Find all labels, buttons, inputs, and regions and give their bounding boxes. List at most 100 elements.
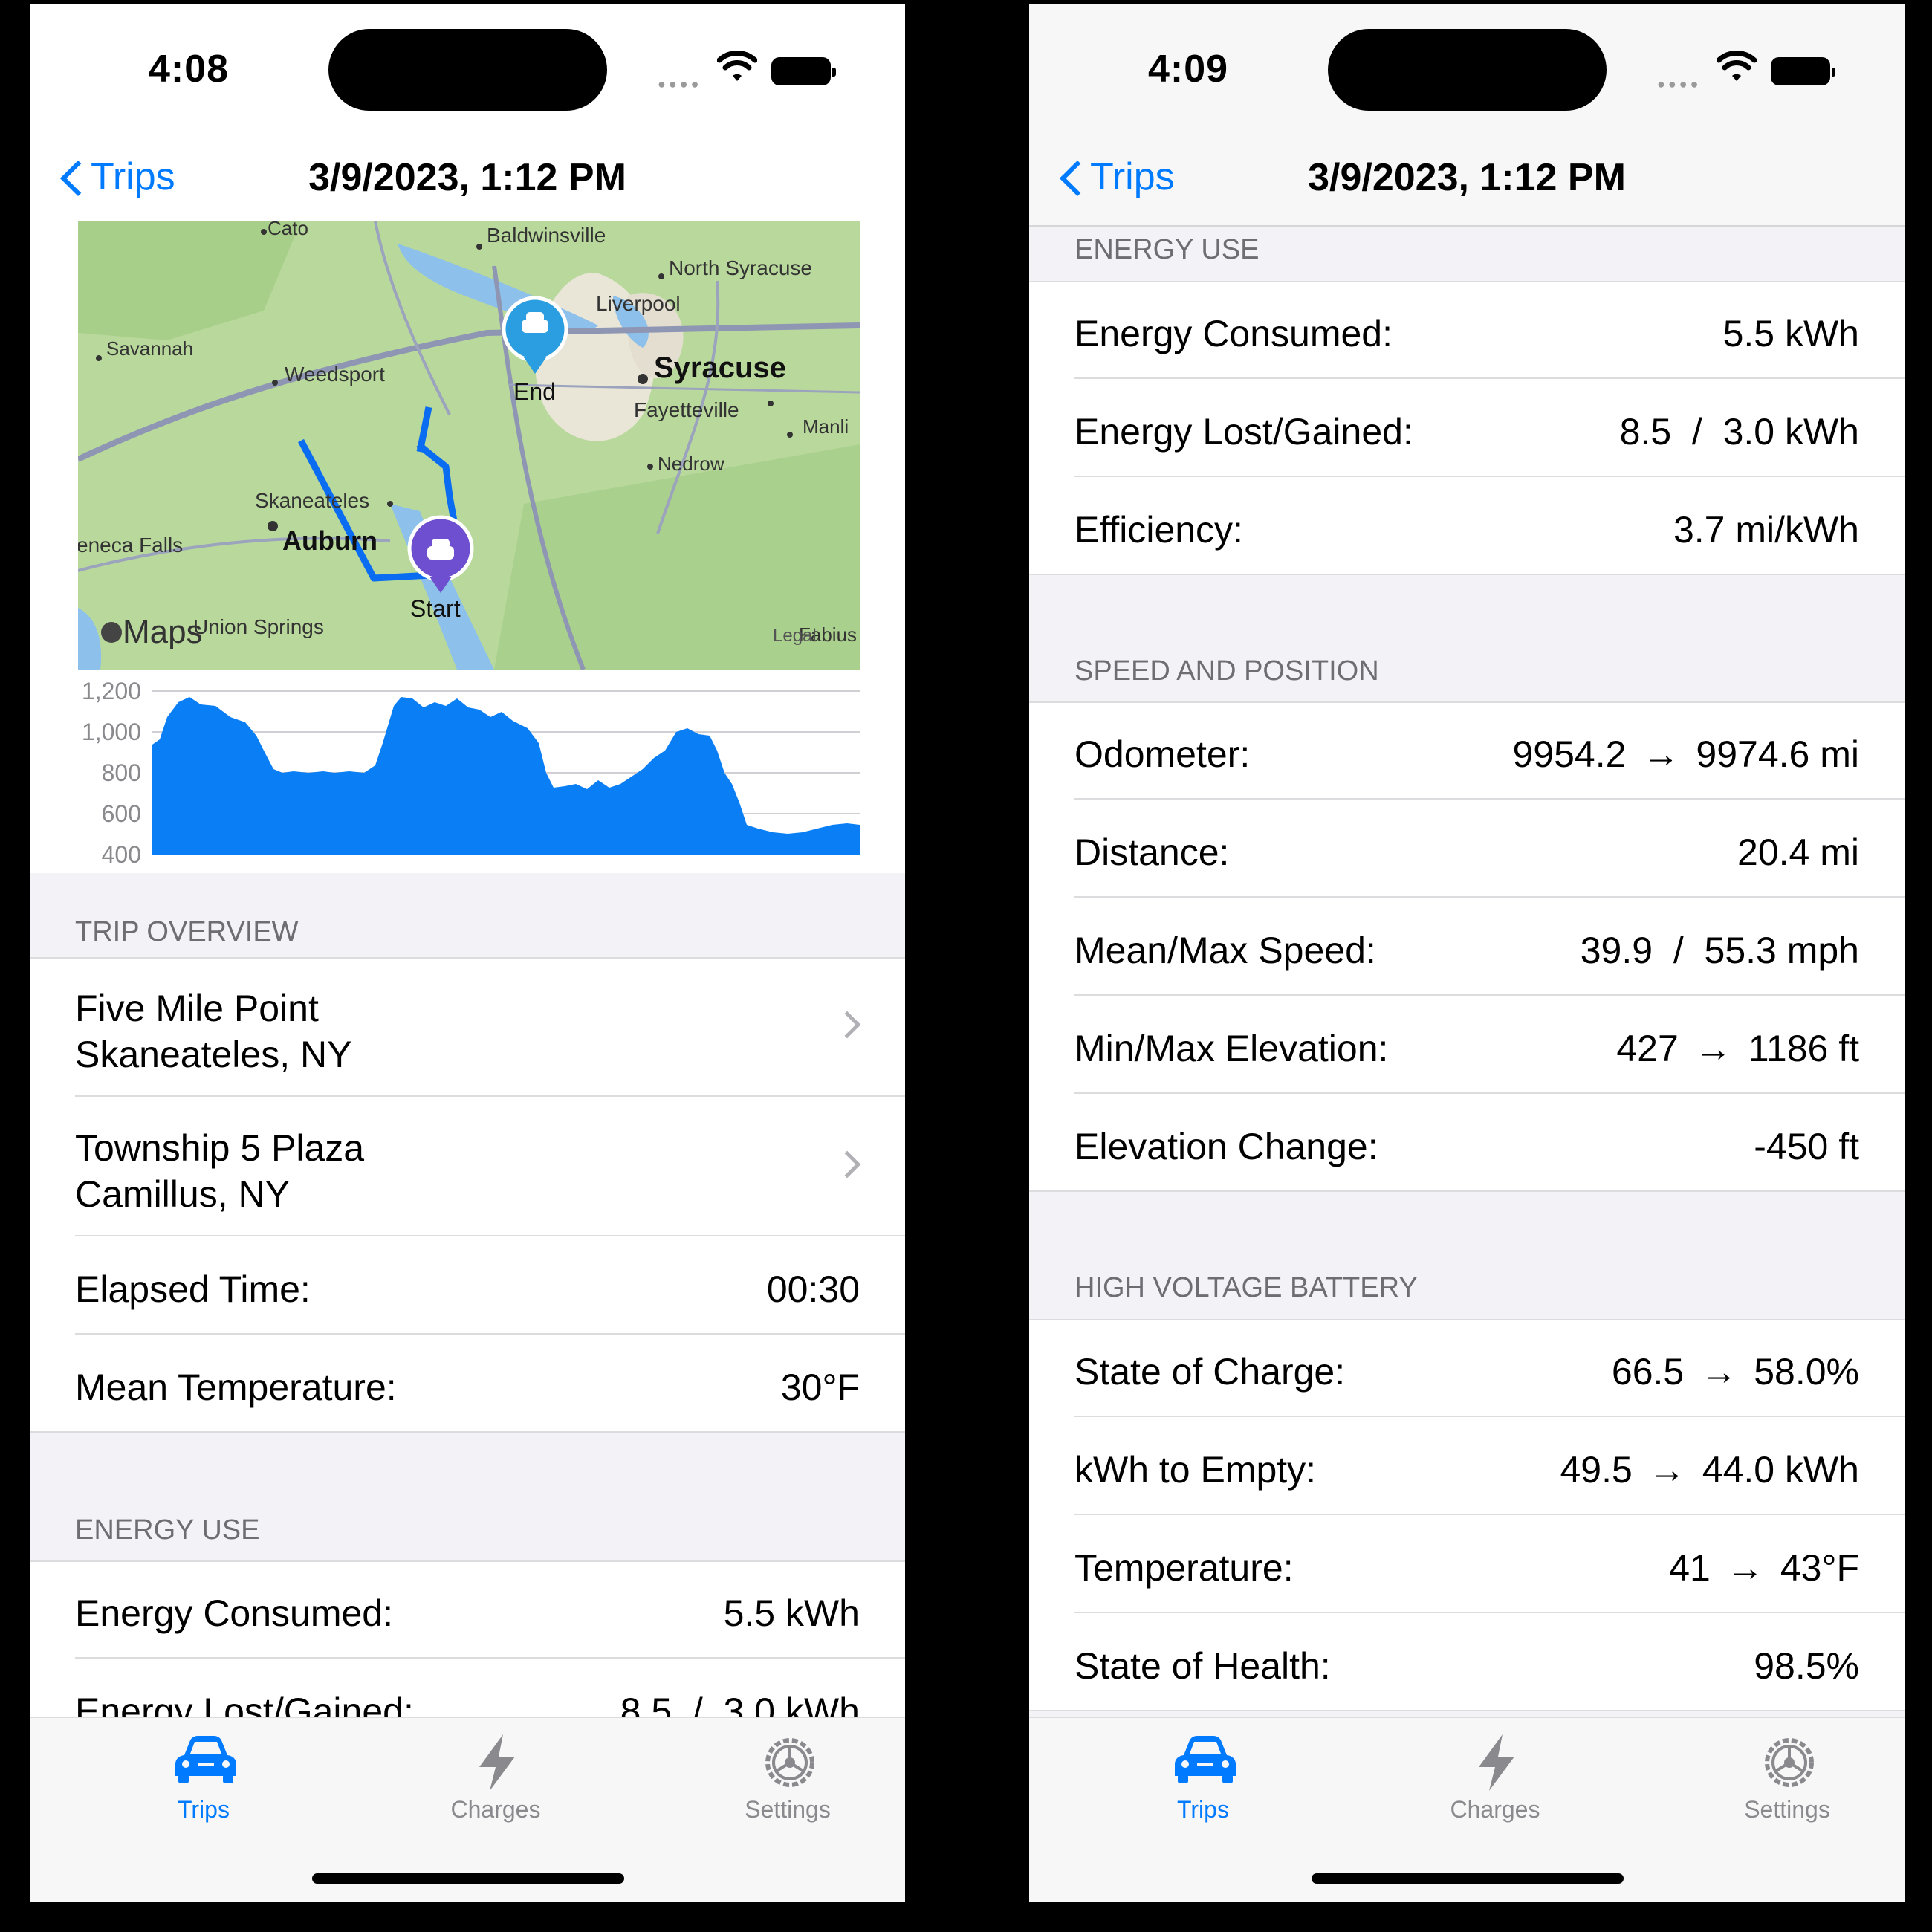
battery-icon bbox=[1771, 57, 1835, 85]
speed-row: Mean/Max Speed: 39.9 / 55.3 mph bbox=[1029, 898, 1905, 996]
divider bbox=[1029, 281, 1905, 282]
gear-icon bbox=[765, 1738, 814, 1787]
state-of-health-row: State of Health: 98.5% bbox=[1029, 1613, 1905, 1711]
map-label-baldwinsville: Baldwinsville bbox=[487, 224, 606, 247]
energy-consumed-row: Energy Consumed: 5.5 kWh bbox=[30, 1560, 905, 1659]
odometer-row: Odometer: 9954.2 → 9974.6 mi bbox=[1029, 701, 1905, 800]
kwh-to-empty-row: kWh to Empty: 49.5 → 44.0 kWh bbox=[1029, 1417, 1905, 1515]
status-bar: 4:08 ●●●● bbox=[30, 4, 905, 137]
map-label-skaneateles: Skaneateles bbox=[255, 489, 369, 512]
wifi-icon bbox=[717, 51, 757, 81]
map-label-seneca-falls: eneca Falls bbox=[78, 534, 183, 557]
state-of-charge-value: 66.5 → 58.0% bbox=[1611, 1351, 1859, 1393]
svg-text:Maps: Maps bbox=[123, 614, 203, 650]
map-canvas: Cato Baldwinsville North Syracuse Liverp… bbox=[78, 221, 860, 670]
chevron-right-icon bbox=[833, 1011, 861, 1039]
arrow-right-icon: → bbox=[1642, 733, 1680, 775]
start-location-name: Five Mile Point bbox=[75, 988, 319, 1029]
y-tick-1000: 1,000 bbox=[82, 719, 141, 745]
tab-trips-label: Trips bbox=[1177, 1796, 1229, 1823]
y-tick-1200: 1,200 bbox=[82, 678, 141, 704]
elapsed-time-row: Elapsed Time: 00:30 bbox=[30, 1236, 905, 1335]
status-bar: 4:09 ●●●● bbox=[1029, 4, 1905, 137]
end-location-row[interactable]: Township 5 Plaza Camillus, NY bbox=[30, 1097, 905, 1236]
legal-link: Legal bbox=[773, 626, 817, 646]
page-title: 3/9/2023, 1:12 PM bbox=[308, 156, 626, 199]
energy-consumed-label: Energy Consumed: bbox=[75, 1592, 394, 1634]
map-label-auburn: Auburn bbox=[282, 525, 377, 556]
right-screen: 4:09 ●●●● Trips 3/9/2023, 1:12 PM ENERGY… bbox=[1029, 4, 1905, 1902]
bolt-icon bbox=[1479, 1734, 1514, 1791]
home-indicator[interactable] bbox=[312, 1873, 624, 1884]
mean-temperature-label: Mean Temperature: bbox=[75, 1367, 397, 1408]
dynamic-island bbox=[328, 29, 607, 111]
status-time: 4:09 bbox=[1148, 48, 1229, 91]
end-pin-label: End bbox=[513, 378, 556, 405]
state-of-charge-row: State of Charge: 66.5 → 58.0% bbox=[1029, 1319, 1905, 1417]
map-label-savannah: Savannah bbox=[106, 337, 193, 360]
elevation-value: 427 → 1186 ft bbox=[1616, 1028, 1859, 1069]
elapsed-time-value: 00:30 bbox=[766, 1268, 860, 1310]
efficiency-value: 3.7 mi/kWh bbox=[1673, 509, 1859, 551]
end-location-name: Township 5 Plaza bbox=[75, 1127, 365, 1169]
efficiency-row: Efficiency: 3.7 mi/kWh bbox=[1029, 477, 1905, 575]
car-icon bbox=[175, 1736, 236, 1783]
kwh-to-empty-label: kWh to Empty: bbox=[1074, 1449, 1317, 1491]
state-of-health-value: 98.5% bbox=[1754, 1645, 1859, 1687]
cellular-signal-icon: ●●●● bbox=[658, 77, 702, 91]
map-label-cato: Cato bbox=[268, 221, 308, 239]
car-icon bbox=[1175, 1736, 1236, 1783]
energy-lost-gained-value: 8.5 / 3.0 kWh bbox=[1619, 411, 1859, 453]
home-indicator[interactable] bbox=[1312, 1873, 1624, 1884]
dynamic-island bbox=[1328, 29, 1607, 111]
tab-trips-label: Trips bbox=[178, 1796, 230, 1823]
end-location-city: Camillus, NY bbox=[75, 1173, 290, 1215]
elevation-row: Min/Max Elevation: 427 → 1186 ft bbox=[1029, 996, 1905, 1094]
start-location-city: Skaneateles, NY bbox=[75, 1034, 352, 1075]
energy-consumed-label: Energy Consumed: bbox=[1074, 313, 1393, 354]
energy-consumed-row: Energy Consumed: 5.5 kWh bbox=[1029, 281, 1905, 379]
arrow-right-icon: → bbox=[1694, 1028, 1732, 1069]
speed-label: Mean/Max Speed: bbox=[1074, 930, 1376, 971]
battery-temperature-label: Temperature: bbox=[1074, 1547, 1294, 1589]
trip-map[interactable]: Cato Baldwinsville North Syracuse Liverp… bbox=[78, 221, 860, 670]
map-label-weedsport: Weedsport bbox=[285, 363, 385, 386]
kwh-to-empty-value: 49.5 → 44.0 kWh bbox=[1560, 1449, 1859, 1491]
gear-icon bbox=[1765, 1738, 1814, 1787]
battery-temperature-row: Temperature: 41 → 43°F bbox=[1029, 1515, 1905, 1613]
odometer-label: Odometer: bbox=[1074, 733, 1251, 775]
map-label-north-syracuse: North Syracuse bbox=[669, 256, 812, 279]
divider bbox=[1029, 1319, 1905, 1320]
energy-use-header: ENERGY USE bbox=[1029, 227, 1905, 281]
energy-use-header: ENERGY USE bbox=[30, 1433, 905, 1560]
battery-temperature-value: 41 → 43°F bbox=[1669, 1547, 1859, 1589]
elevation-chart: 1,200 1,000 800 600 400 bbox=[30, 676, 905, 873]
odometer-value: 9954.2 → 9974.6 mi bbox=[1512, 733, 1859, 775]
start-location-row[interactable]: Five Mile Point Skaneateles, NY bbox=[30, 957, 905, 1097]
wifi-icon bbox=[1717, 51, 1757, 81]
battery-icon bbox=[771, 57, 836, 85]
chevron-right-icon bbox=[833, 1150, 861, 1179]
distance-label: Distance: bbox=[1074, 832, 1230, 873]
divider bbox=[1029, 1710, 1905, 1711]
elevation-change-row: Elevation Change: -450 ft bbox=[1029, 1094, 1905, 1192]
divider bbox=[30, 957, 905, 959]
tab-bar: Trips Charges Settings bbox=[1029, 1717, 1905, 1902]
mean-temperature-value: 30°F bbox=[780, 1367, 860, 1408]
navigation-bar: Trips 3/9/2023, 1:12 PM bbox=[1029, 137, 1905, 227]
page-title: 3/9/2023, 1:12 PM bbox=[1308, 156, 1626, 199]
y-tick-400: 400 bbox=[102, 841, 141, 868]
status-time: 4:08 bbox=[149, 48, 230, 91]
energy-lost-gained-row: Energy Lost/Gained: 8.5 / 3.0 kWh bbox=[1029, 379, 1905, 477]
efficiency-label: Efficiency: bbox=[1074, 509, 1243, 551]
elevation-change-label: Elevation Change: bbox=[1074, 1126, 1378, 1167]
distance-row: Distance: 20.4 mi bbox=[1029, 800, 1905, 898]
tab-settings-label: Settings bbox=[745, 1796, 831, 1823]
energy-consumed-value: 5.5 kWh bbox=[723, 1592, 860, 1634]
elevation-change-value: -450 ft bbox=[1754, 1126, 1859, 1167]
map-label-fayetteville: Fayetteville bbox=[634, 398, 739, 421]
elevation-area bbox=[152, 697, 860, 855]
tab-bar: Trips Charges Settings bbox=[30, 1717, 905, 1902]
tab-charges-label: Charges bbox=[1450, 1796, 1540, 1823]
arrow-right-icon: → bbox=[1700, 1351, 1738, 1393]
